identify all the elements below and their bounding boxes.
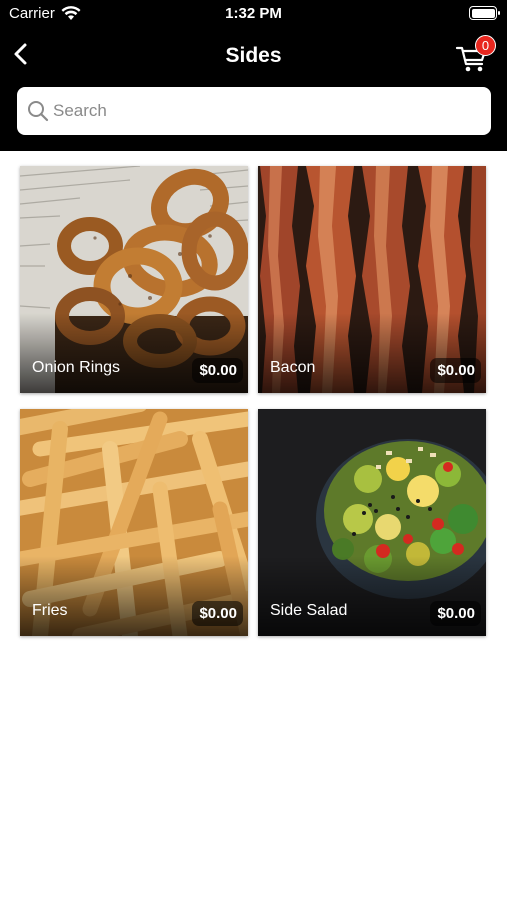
product-price: $0.00 <box>430 358 481 383</box>
product-card-onion-rings[interactable]: Onion Rings $0.00 <box>20 166 248 393</box>
product-name: Onion Rings <box>32 359 121 376</box>
product-card-bacon[interactable]: Bacon $0.00 <box>258 166 486 393</box>
product-price: $0.00 <box>192 601 243 626</box>
product-name: Fries <box>32 602 68 619</box>
product-price: $0.00 <box>430 601 481 626</box>
product-name: Bacon <box>270 359 316 376</box>
product-card-side-salad[interactable]: Side Salad $0.00 <box>258 409 486 636</box>
product-card-fries[interactable]: Fries $0.00 <box>20 409 248 636</box>
product-grid: Onion Rings $0.00 Bacon $0.00 Fries $0.0… <box>0 0 507 900</box>
product-name: Side Salad <box>270 602 348 619</box>
product-price: $0.00 <box>192 358 243 383</box>
